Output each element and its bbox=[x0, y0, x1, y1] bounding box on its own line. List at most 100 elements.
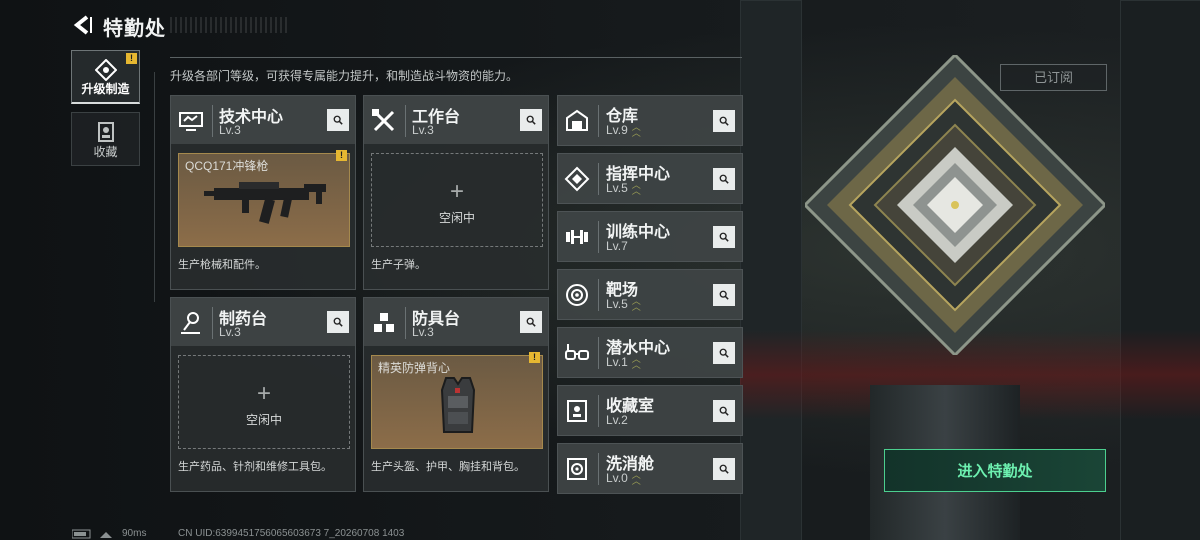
panel-level: Lv.3 bbox=[219, 123, 241, 137]
production-slot[interactable]: QCQ171冲锋枪 ! bbox=[178, 150, 350, 247]
collection-icon bbox=[97, 122, 114, 142]
facility-level-wrap: Lv.9 ︿ ︿ bbox=[606, 122, 641, 138]
training-center-icon bbox=[566, 230, 588, 244]
panel-level: Lv.3 bbox=[412, 325, 434, 339]
tab-label: 升级制造 bbox=[81, 82, 130, 96]
header-separator bbox=[212, 105, 213, 137]
header-separator bbox=[598, 337, 599, 369]
build-icon bbox=[94, 59, 117, 81]
facility-level-wrap: Lv.0 ︿ ︿ bbox=[606, 470, 641, 486]
panel-workbench[interactable]: 工作台 Lv.3 + 空闲中 生产子弹。 bbox=[363, 95, 549, 290]
decon-chamber-icon bbox=[567, 458, 587, 480]
production-slot[interactable]: 精英防弹背心 ! bbox=[371, 352, 543, 449]
search-icon bbox=[333, 317, 343, 327]
facility-level: Lv.1 bbox=[606, 355, 628, 369]
item-name: QCQ171冲锋枪 bbox=[185, 159, 269, 173]
upgrade-available-icon: ︿ ︿ bbox=[631, 354, 641, 370]
inspect-button[interactable] bbox=[713, 226, 735, 248]
title-decoration bbox=[170, 17, 288, 33]
search-icon bbox=[719, 464, 729, 474]
production-slot-empty[interactable]: + 空闲中 bbox=[178, 355, 350, 449]
search-icon bbox=[719, 290, 729, 300]
armor-bench-icon bbox=[374, 313, 394, 332]
search-icon bbox=[719, 116, 729, 126]
facility-shooting-range[interactable]: 靶场 Lv.5 ︿ ︿ bbox=[557, 269, 743, 320]
inspect-button[interactable] bbox=[713, 458, 735, 480]
search-icon bbox=[719, 406, 729, 416]
inspect-button[interactable] bbox=[713, 400, 735, 422]
inspect-button[interactable] bbox=[713, 342, 735, 364]
inspect-button[interactable] bbox=[327, 311, 349, 333]
facility-level-wrap: Lv.5 ︿ ︿ bbox=[606, 180, 641, 196]
header-separator bbox=[598, 105, 599, 137]
add-icon: + bbox=[256, 380, 272, 407]
tab-label: 收藏 bbox=[93, 145, 118, 159]
inspect-button[interactable] bbox=[520, 311, 542, 333]
workbench-icon bbox=[372, 109, 395, 132]
inspect-button[interactable] bbox=[713, 110, 735, 132]
idle-label: 空闲中 bbox=[438, 211, 475, 225]
upgrade-available-icon: ︿ ︿ bbox=[631, 470, 641, 486]
uid-label: CN UID:6399451756065603673 7_20260708 14… bbox=[178, 528, 405, 539]
header-separator bbox=[212, 307, 213, 339]
scene-wall bbox=[1120, 0, 1200, 540]
search-icon bbox=[526, 317, 536, 327]
upgrade-available-icon: ︿ ︿ bbox=[631, 296, 641, 312]
enter-hq-button[interactable]: 进入特勤处 bbox=[884, 449, 1106, 492]
header-separator bbox=[598, 279, 599, 311]
diving-center-icon bbox=[565, 344, 589, 360]
panel-pharmacy[interactable]: 制药台 Lv.3 + 空闲中 生产药品、针剂和维修工具包。 bbox=[170, 297, 356, 492]
header-separator bbox=[405, 307, 406, 339]
facility-level: Lv.9 bbox=[606, 123, 628, 137]
header-separator bbox=[405, 105, 406, 137]
facility-level: Lv.2 bbox=[606, 413, 628, 427]
inspect-button[interactable] bbox=[520, 109, 542, 131]
facility-command-center[interactable]: 指挥中心 Lv.5 ︿ ︿ bbox=[557, 153, 743, 204]
page-title: 特勤处 bbox=[103, 18, 166, 40]
production-slot-empty[interactable]: + 空闲中 bbox=[371, 153, 543, 247]
facility-collection-room[interactable]: 收藏室 Lv.2 bbox=[557, 385, 743, 436]
content-divider bbox=[170, 57, 742, 58]
collection-room-icon bbox=[567, 400, 587, 422]
panel-tech-center[interactable]: 技术中心 Lv.3 QCQ171冲锋枪 ! 生产枪械和配件。 bbox=[170, 95, 356, 290]
search-icon bbox=[719, 232, 729, 242]
facility-decon-chamber[interactable]: 洗消舱 Lv.0 ︿ ︿ bbox=[557, 443, 743, 494]
hq-cube-icon bbox=[805, 55, 1105, 355]
page-subtitle: 升级各部门等级，可获得专属能力提升，和制造战斗物资的能力。 bbox=[170, 69, 519, 83]
tab-alert-badge: ! bbox=[126, 53, 137, 64]
facility-level: Lv.5 bbox=[606, 297, 628, 311]
search-icon bbox=[719, 174, 729, 184]
facility-warehouse[interactable]: 仓库 Lv.9 ︿ ︿ bbox=[557, 95, 743, 146]
battery-wifi-icon bbox=[72, 529, 112, 539]
tab-upgrade-build[interactable]: ! 升级制造 bbox=[71, 50, 140, 104]
subscribed-status: 已订阅 bbox=[1000, 64, 1107, 91]
search-icon bbox=[333, 115, 343, 125]
search-icon bbox=[526, 115, 536, 125]
header-separator bbox=[598, 395, 599, 427]
tab-collection[interactable]: 收藏 bbox=[71, 112, 140, 166]
inspect-button[interactable] bbox=[713, 284, 735, 306]
sidebar-divider bbox=[154, 72, 155, 302]
inspect-button[interactable] bbox=[713, 168, 735, 190]
back-arrow-icon[interactable] bbox=[72, 14, 94, 36]
panel-armor-bench[interactable]: 防具台 Lv.3 精英防弹背心 ! 生产头盔、护甲、胸挂和背包。 bbox=[363, 297, 549, 492]
inspect-button[interactable] bbox=[327, 109, 349, 131]
facility-level: Lv.7 bbox=[606, 239, 628, 253]
shooting-range-icon bbox=[566, 284, 588, 306]
facility-diving-center[interactable]: 潜水中心 Lv.1 ︿ ︿ bbox=[557, 327, 743, 378]
facility-level-wrap: Lv.5 ︿ ︿ bbox=[606, 296, 641, 312]
panel-level: Lv.3 bbox=[219, 325, 241, 339]
add-icon: + bbox=[449, 178, 465, 205]
scene-column bbox=[740, 0, 802, 540]
panel-level: Lv.3 bbox=[412, 123, 434, 137]
header-separator bbox=[598, 163, 599, 195]
header-separator bbox=[598, 453, 599, 485]
facility-level-wrap: Lv.7 bbox=[606, 239, 628, 253]
ping-label: 90ms bbox=[122, 528, 147, 539]
item-name: 精英防弹背心 bbox=[378, 361, 451, 375]
slot-alert-badge: ! bbox=[336, 150, 347, 161]
upgrade-available-icon: ︿ ︿ bbox=[631, 180, 641, 196]
facility-level: Lv.5 bbox=[606, 181, 628, 195]
upgrade-available-icon: ︿ ︿ bbox=[631, 122, 641, 138]
facility-training-center[interactable]: 训练中心 Lv.7 bbox=[557, 211, 743, 262]
